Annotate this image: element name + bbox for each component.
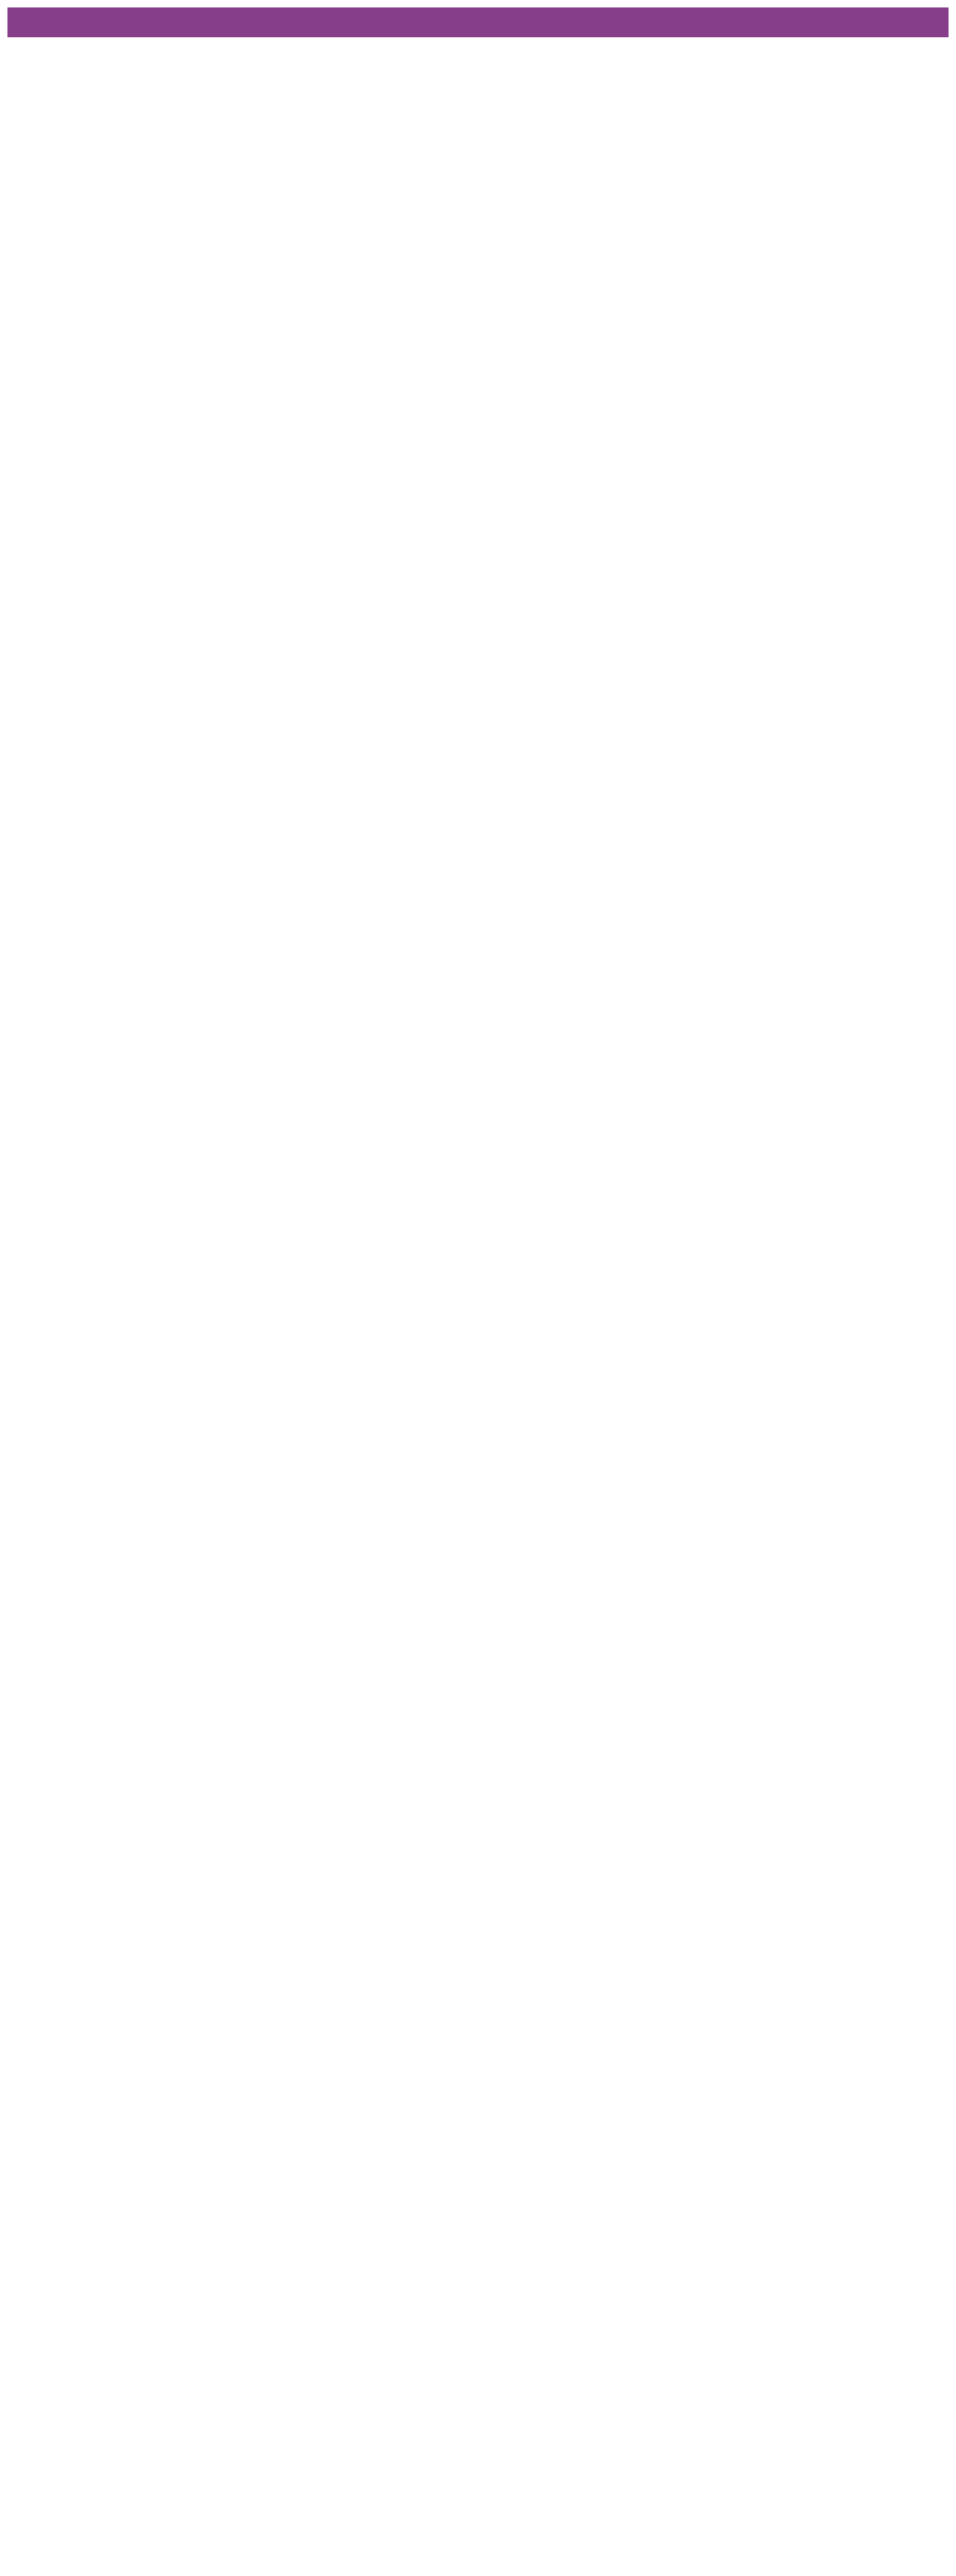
process-diagram xyxy=(0,0,956,2576)
